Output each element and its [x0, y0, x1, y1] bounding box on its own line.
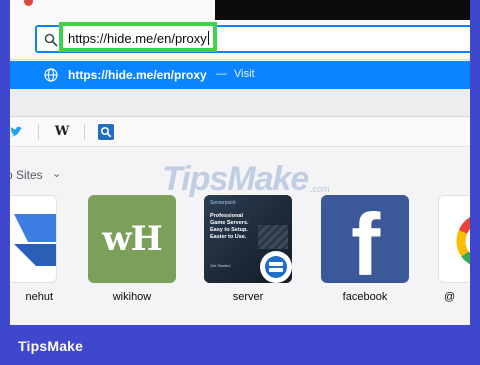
- top-site-label: nehut: [25, 291, 53, 303]
- google-logo-icon: [438, 195, 470, 283]
- active-tab[interactable]: [10, 0, 215, 20]
- watermark-logo: TipsMake: [162, 160, 309, 198]
- dropdown-empty-row: [10, 89, 470, 117]
- top-site-label: server: [232, 291, 264, 303]
- top-site-tile[interactable]: nehut: [10, 195, 57, 303]
- address-bar-value: https://hide.me/en/proxy: [68, 31, 207, 46]
- bookmark-separator: [84, 124, 85, 140]
- watermark-suffix: .com: [310, 184, 330, 194]
- bookmarks-toolbar: W: [10, 117, 470, 147]
- chevron-down-icon[interactable]: ⌄: [52, 167, 61, 180]
- server-preview-brand: Serverpoint: [210, 200, 236, 206]
- server-preview-button: Get Started: [210, 263, 231, 268]
- server-preview-icon: Serverpoint Professional Game Servers. E…: [204, 195, 292, 283]
- top-site-label: facebook: [342, 291, 388, 303]
- facebook-logo-text: f: [351, 195, 381, 284]
- top-site-tile[interactable]: wH wikihow: [88, 195, 176, 303]
- server-preview-title: Professional Game Servers. Easy to Setup…: [210, 213, 249, 240]
- navigation-toolbar: https://hide.me/en/proxy: [10, 20, 470, 60]
- wikihow-logo-text: wH: [102, 219, 162, 259]
- facebook-logo-icon: f: [321, 195, 409, 283]
- firefox-icon: [24, 0, 33, 6]
- top-site-label: @: [444, 291, 456, 303]
- search-icon: [44, 33, 58, 47]
- browser-screenshot: https://hide.me/en/proxy https://hide.me…: [10, 0, 470, 325]
- suggestion-action: Visit: [234, 68, 255, 80]
- search-bookmark-icon[interactable]: [98, 124, 114, 140]
- url-highlight-box[interactable]: https://hide.me/en/proxy: [59, 22, 217, 52]
- bookmark-separator: [38, 124, 39, 140]
- tab-strip: [10, 0, 470, 20]
- top-site-tile[interactable]: @: [438, 195, 470, 303]
- top-site-label: wikihow: [112, 291, 152, 303]
- server-badge: [260, 251, 292, 283]
- footer-brand: TipsMake: [18, 338, 84, 354]
- globe-icon: [44, 68, 58, 82]
- twitter-icon[interactable]: [10, 124, 24, 140]
- wikipedia-w-icon[interactable]: W: [54, 124, 70, 140]
- pushpin-logo-icon: [10, 195, 57, 283]
- address-bar-input[interactable]: https://hide.me/en/proxy: [68, 31, 209, 46]
- server-badge-icon: [265, 256, 287, 278]
- wikihow-logo-icon: wH: [88, 195, 176, 283]
- top-site-tile[interactable]: Serverpoint Professional Game Servers. E…: [204, 195, 292, 303]
- suggestion-url: https://hide.me/en/proxy: [68, 68, 207, 82]
- top-sites-heading[interactable]: p Sites: [10, 168, 43, 182]
- url-suggestion-row[interactable]: https://hide.me/en/proxy — Visit: [10, 61, 470, 89]
- server-preview-image: [258, 225, 288, 249]
- suggestion-separator: —: [216, 68, 227, 80]
- text-caret: [207, 31, 209, 45]
- top-site-tile[interactable]: f facebook: [321, 195, 409, 303]
